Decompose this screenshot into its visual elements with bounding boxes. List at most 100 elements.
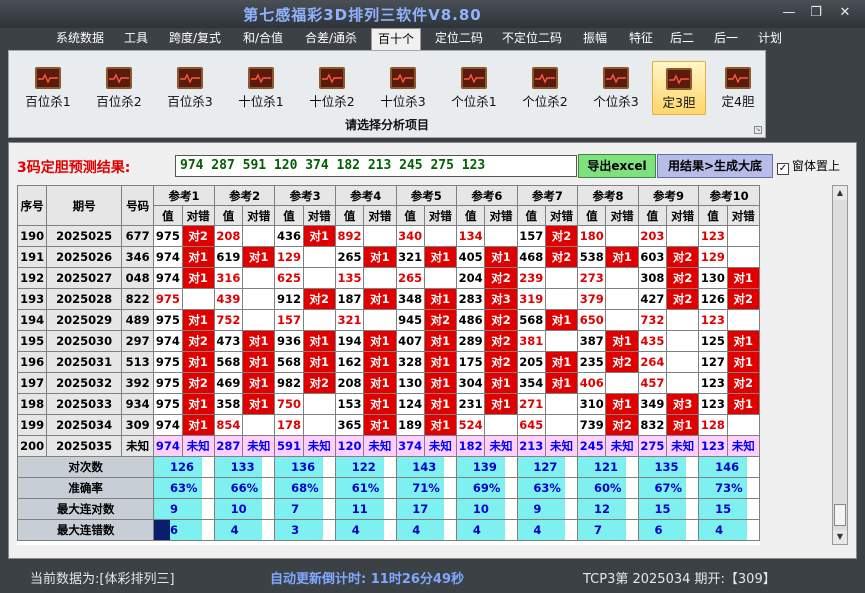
menu-item[interactable]: 后一 <box>705 28 747 50</box>
window-ontop-toggle[interactable]: ✓ 窗体置上 <box>777 157 840 175</box>
ribbon-button[interactable]: 十位杀1 <box>232 61 290 115</box>
analysis-grid[interactable]: 序号 期号 号码 参考1 参考2 参考3 参考4 参考5 参考6 参考7 参考8 参考9 参考10 值对错… <box>17 185 760 545</box>
scroll-up-icon[interactable]: ▲ <box>833 186 847 200</box>
cell-value: 486 <box>456 309 486 331</box>
scroll-thumb[interactable] <box>834 504 846 526</box>
ribbon-button[interactable]: 个位杀2 <box>516 61 574 115</box>
stat-value: 4 <box>412 519 446 541</box>
table-row[interactable]: 197 2025032 392 975 对2 469 对1 982 对2 208 对1 130 对1 30… <box>17 372 760 394</box>
header-ref[interactable]: 参考9 <box>637 185 700 206</box>
stat-value: 11 <box>351 498 385 520</box>
menu-item[interactable]: 合差/通杀 <box>296 28 366 50</box>
cell-value: 129 <box>698 246 728 268</box>
cell-check: 对1 <box>544 309 579 331</box>
menu-item[interactable]: 不定位二码 <box>494 28 570 50</box>
menu-item[interactable]: 特征 <box>619 28 663 50</box>
row-seq: 191 <box>17 246 48 268</box>
cell-check: 对1 <box>242 393 276 415</box>
ribbon-button[interactable]: 百位杀3 <box>161 61 219 115</box>
stat-value: 135 <box>654 456 688 478</box>
restore-button[interactable]: ❐ <box>803 3 829 23</box>
cell-check <box>544 288 579 310</box>
stat-label: 最大连对数 <box>17 498 155 520</box>
table-row[interactable]: 190 2025025 677 975 对2 208 436 对1 892 340 134 157 对2… <box>17 225 760 247</box>
table-row[interactable]: 193 2025028 822 975 439 912 对2 187 对1 348 对1 283 对3 3… <box>17 288 760 310</box>
vertical-scrollbar[interactable]: ▲ ▼ <box>832 185 848 545</box>
stat-value: 9 <box>533 498 567 520</box>
title-bar: 第七感福彩3D排列三软件V8.80 — ❐ ✕ <box>0 0 865 28</box>
table-row[interactable]: 198 2025033 934 975 对1 358 对1 750 153 对1 124 对1 231 对… <box>17 393 760 415</box>
cell-check: 对2 <box>181 330 215 352</box>
export-excel-button[interactable]: 导出excel <box>578 154 656 178</box>
cell-value: 936 <box>274 330 304 352</box>
cell-value: 321 <box>395 246 425 268</box>
menu-item[interactable]: 和/合值 <box>234 28 292 50</box>
cell-value: 275 <box>637 435 668 457</box>
cell-check: 未知 <box>242 435 276 457</box>
table-row[interactable]: 199 2025034 309 974 对1 854 178 365 对1 189 对1 524 645… <box>17 414 760 436</box>
menu-item[interactable]: 定位二码 <box>426 28 492 50</box>
cell-value: 319 <box>516 288 546 310</box>
menu-item[interactable]: 计划 <box>750 28 790 50</box>
ribbon-expand-icon[interactable]: ↘ <box>754 126 762 134</box>
ribbon-button[interactable]: 十位杀2 <box>303 61 361 115</box>
cell-value: 832 <box>637 414 668 436</box>
cell-value: 348 <box>395 288 425 310</box>
cell-value: 750 <box>274 393 304 415</box>
stat-value: 12 <box>593 498 627 520</box>
cell-check: 对1 <box>363 246 397 268</box>
table-row[interactable]: 194 2025029 489 975 对1 752 157 321 945 对2 486 对2 568… <box>17 309 760 331</box>
header-check: 对错 <box>665 205 700 226</box>
generate-base-button[interactable]: 用结果>生成大底 <box>657 154 773 178</box>
header-ref[interactable]: 参考1 <box>153 185 215 206</box>
header-ref[interactable]: 参考7 <box>516 185 579 206</box>
cell-value: 208 <box>213 225 244 247</box>
cell-check: 对1 <box>363 330 397 352</box>
ribbon-button[interactable]: 百位杀1 <box>19 61 77 115</box>
menu-item[interactable]: 跨度/复式 <box>161 28 229 50</box>
header-ref[interactable]: 参考8 <box>577 185 639 206</box>
pending-row[interactable]: 200 2025035 未知 974 未知 287 未知 591 未知 120 未知 374 未知 182… <box>17 435 760 457</box>
ribbon-button[interactable]: 定4胆 <box>713 61 763 115</box>
header-value: 值 <box>698 205 728 226</box>
cell-check <box>665 309 700 331</box>
table-row[interactable]: 191 2025026 346 974 对1 619 对1 129 265 对1 321 对1 405 对… <box>17 246 760 268</box>
close-button[interactable]: ✕ <box>832 3 858 23</box>
cell-check: 对1 <box>242 372 276 394</box>
cell-check: 对1 <box>423 372 458 394</box>
header-value: 值 <box>637 205 668 226</box>
minimize-button[interactable]: — <box>776 3 802 23</box>
cell-value: 123 <box>698 225 728 247</box>
menu-item[interactable]: 振幅 <box>573 28 617 50</box>
prediction-result-field[interactable]: 974 287 591 120 374 182 213 245 275 123 <box>175 155 577 177</box>
header-ref[interactable]: 参考5 <box>395 185 458 206</box>
header-ref[interactable]: 参考6 <box>456 185 518 206</box>
cell-check <box>423 225 458 247</box>
scroll-down-icon[interactable]: ▼ <box>833 530 847 544</box>
menu-item[interactable]: 工具 <box>115 28 157 50</box>
cell-value: 538 <box>577 246 607 268</box>
table-row[interactable]: 195 2025030 297 974 对2 473 对1 936 对1 194 对1 407 对1 28… <box>17 330 760 352</box>
ribbon-button[interactable]: 定3胆 <box>652 61 706 115</box>
window-ontop-checkbox[interactable]: ✓ <box>777 163 789 175</box>
menu-item[interactable]: 系统数据 <box>46 28 114 50</box>
table-row[interactable]: 192 2025027 048 974 对1 316 625 135 265 204 对2 239 27… <box>17 267 760 289</box>
table-row[interactable]: 196 2025031 513 975 对1 568 对1 568 对1 162 对1 328 对1 17… <box>17 351 760 373</box>
ribbon-button-label: 个位杀1 <box>451 94 497 109</box>
header-ref[interactable]: 参考2 <box>213 185 276 206</box>
menu-item[interactable]: 百十个 <box>371 28 421 50</box>
chart-icon <box>248 67 274 89</box>
header-ref[interactable]: 参考3 <box>274 185 336 206</box>
ribbon-button[interactable]: 个位杀3 <box>587 61 645 115</box>
stat-value: 66% <box>230 477 264 499</box>
ribbon-button[interactable]: 个位杀1 <box>445 61 503 115</box>
ribbon-button[interactable]: 十位杀3 <box>374 61 432 115</box>
header-ref[interactable]: 参考4 <box>334 185 397 206</box>
stat-value: 6 <box>654 519 688 541</box>
header-ref[interactable]: 参考10 <box>698 185 760 206</box>
cell-check: 对1 <box>242 330 276 352</box>
ribbon-button[interactable]: 百位杀2 <box>90 61 148 115</box>
menu-item[interactable]: 后二 <box>664 28 700 50</box>
cell-value: 180 <box>577 225 607 247</box>
cell-check <box>544 267 579 289</box>
